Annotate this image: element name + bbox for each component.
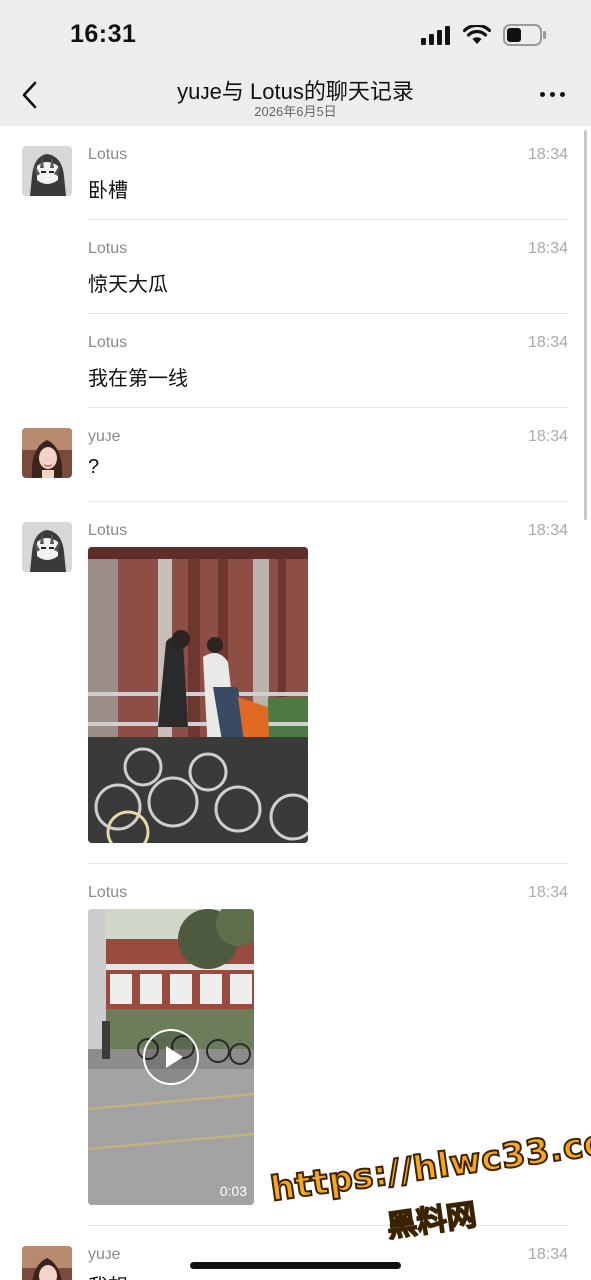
- divider: [88, 501, 568, 502]
- message-time: 18:34: [527, 1246, 568, 1263]
- play-icon[interactable]: [143, 1029, 199, 1085]
- message-text[interactable]: 卧槽: [88, 174, 128, 203]
- message-sender: Lotus: [88, 884, 128, 901]
- message-row: Lotus 18:34 我在第一线: [0, 328, 591, 422]
- battery-icon: [503, 24, 546, 46]
- chat-photo[interactable]: [88, 547, 308, 843]
- avatar-yuoe[interactable]: [22, 428, 72, 478]
- message-row: Lotus 18:34: [0, 516, 591, 864]
- watermark-name: 黑料网: [384, 1198, 479, 1245]
- more-dots-icon[interactable]: [540, 92, 565, 97]
- message-sender: yuᴊe: [88, 428, 121, 445]
- avatar-lotus[interactable]: [22, 146, 72, 196]
- message-time: 18:34: [527, 428, 568, 445]
- nav-bar: yuᴊe与 Lotus的聊天记录 2026年6月5日: [0, 66, 591, 126]
- avatar-yuoe[interactable]: [22, 1246, 72, 1280]
- status-bar: 16:31: [0, 0, 591, 66]
- message-time: 18:34: [527, 884, 568, 901]
- message-sender: Lotus: [88, 522, 128, 539]
- divider: [88, 863, 568, 864]
- divider: [88, 313, 568, 314]
- message-text[interactable]: 我在第一线: [88, 362, 188, 391]
- message-row: yuᴊe 18:34 ?: [0, 422, 591, 516]
- message-row: Lotus 18:34 卧槽: [0, 140, 591, 234]
- status-time: 16:31: [70, 20, 137, 48]
- message-sender: Lotus: [88, 240, 128, 257]
- divider: [88, 219, 568, 220]
- message-time: 18:34: [527, 240, 568, 257]
- status-icons: [421, 24, 547, 46]
- message-sender: Lotus: [88, 334, 128, 351]
- message-sender: Lotus: [88, 146, 128, 163]
- wifi-icon: [463, 25, 491, 44]
- message-time: 18:34: [527, 522, 568, 539]
- video-duration: 0:03: [219, 1183, 247, 1199]
- avatar-lotus[interactable]: [22, 522, 72, 572]
- message-time: 18:34: [527, 146, 568, 163]
- message-sender: yuᴊe: [88, 1246, 121, 1263]
- message-row: Lotus 18:34 惊天大瓜: [0, 234, 591, 328]
- message-text[interactable]: ?: [88, 456, 99, 479]
- message-text[interactable]: 惊天大瓜: [88, 268, 168, 297]
- chat-history-date: 2026年6月5日: [254, 104, 337, 119]
- message-text[interactable]: 我想: [88, 1270, 128, 1280]
- message-time: 18:34: [527, 334, 568, 351]
- chat-video[interactable]: 0:03: [88, 909, 254, 1205]
- home-indicator[interactable]: [190, 1262, 401, 1269]
- cellular-signal-icon: [421, 26, 450, 45]
- divider: [88, 407, 568, 408]
